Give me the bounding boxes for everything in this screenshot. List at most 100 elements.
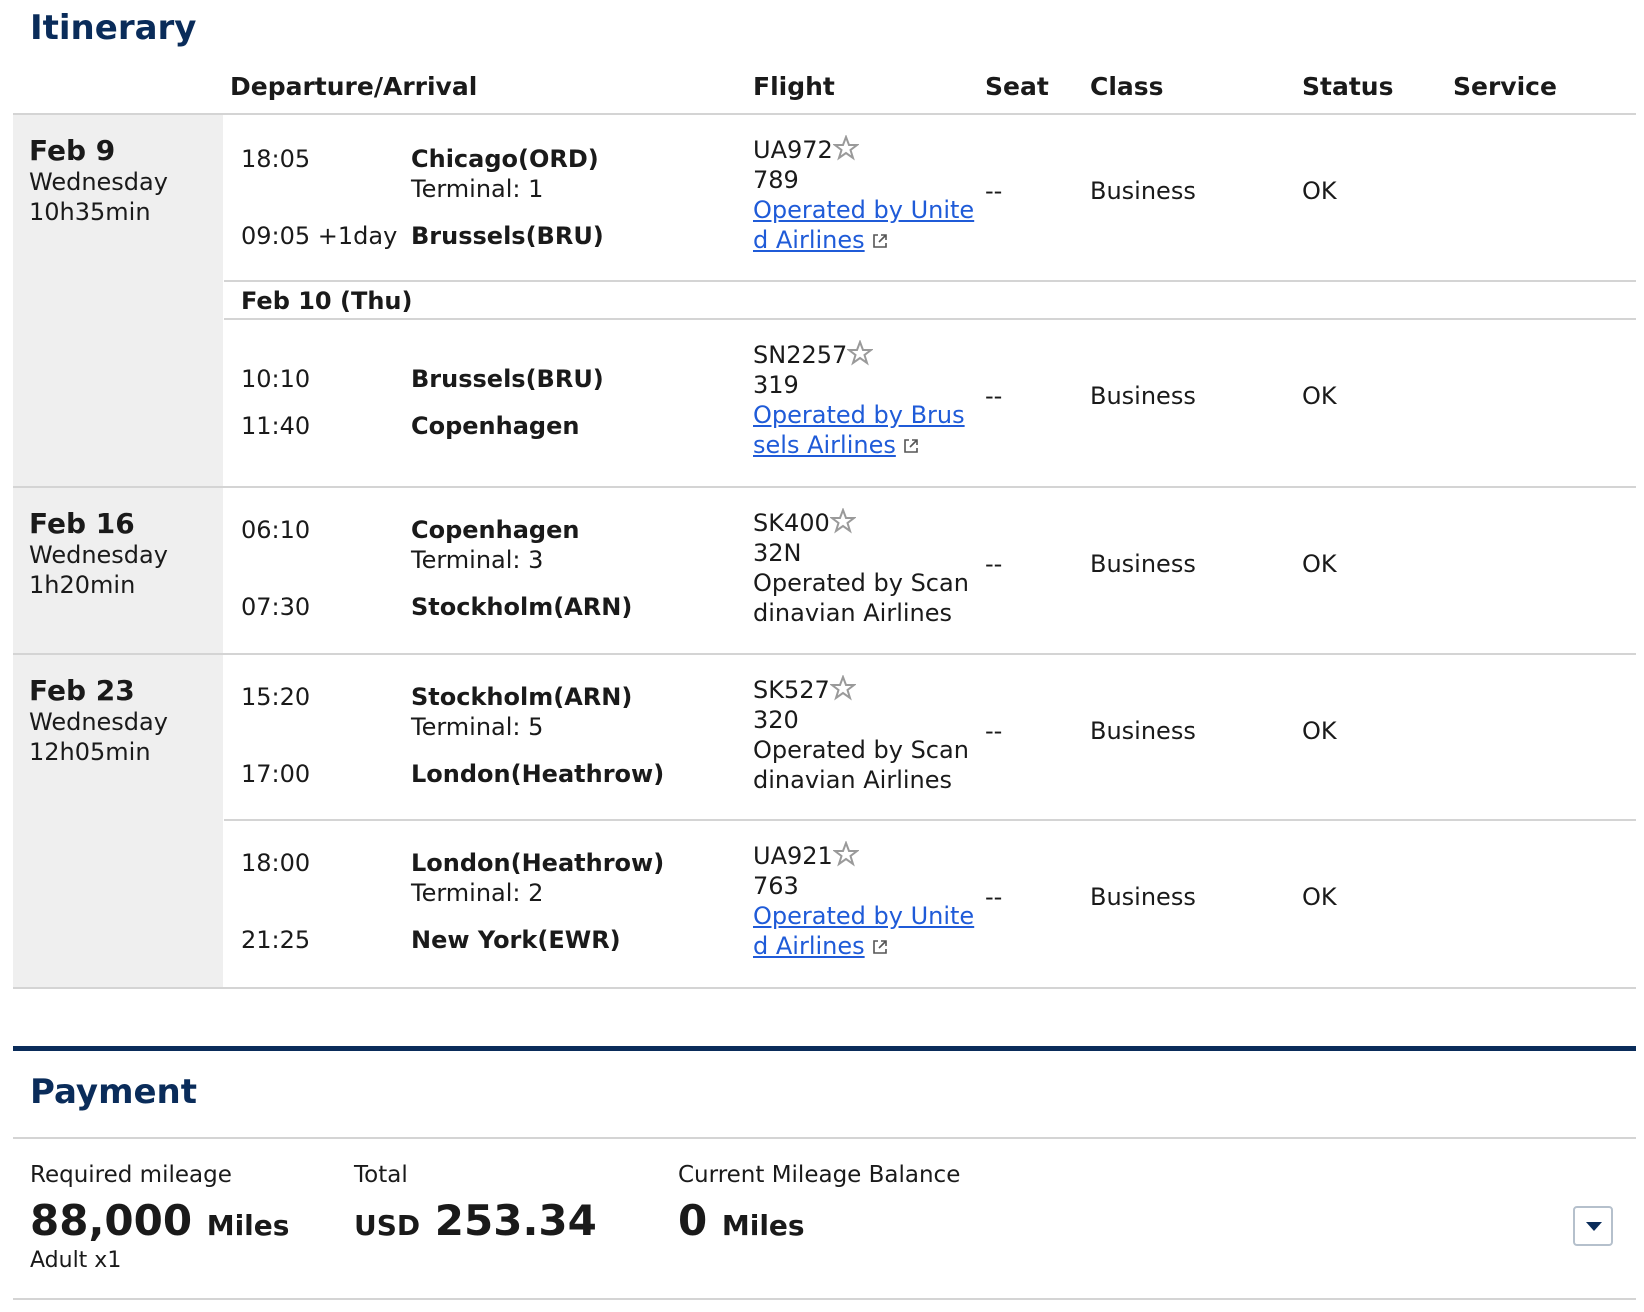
operator-line: Operated by Unite	[753, 902, 975, 930]
group-duration: 12h05min	[29, 738, 151, 766]
departure-city: London(Heathrow)	[411, 849, 665, 877]
seat-value: --	[985, 883, 1003, 911]
seat-value: --	[985, 717, 1003, 745]
flight-number: SK400	[753, 509, 830, 537]
arrival-city: Stockholm(ARN)	[411, 593, 633, 621]
section-bar	[13, 1046, 1636, 1051]
group-weekday: Wednesday	[29, 541, 168, 569]
status-value: OK	[1302, 883, 1337, 911]
group-duration: 1h20min	[29, 571, 136, 599]
departure-city: Chicago(ORD)	[411, 145, 599, 173]
aircraft-type: 789	[753, 166, 799, 194]
col-service: Service	[1453, 72, 1557, 101]
date-group: Feb 16 Wednesday 1h20min	[13, 488, 223, 653]
departure-city: Stockholm(ARN)	[411, 683, 633, 711]
total-currency: USD	[354, 1209, 421, 1242]
flight-info: SN2257 319 Operated by Brus sels Airline…	[753, 340, 965, 460]
operator-line: dinavian Airlines	[753, 599, 953, 627]
operated-by-link[interactable]: Operated by Unite d Airlines	[753, 901, 974, 961]
balance-unit: Miles	[721, 1209, 805, 1242]
class-value: Business	[1090, 382, 1196, 410]
departure-time: 06:10	[241, 516, 311, 544]
departure-city: Copenhagen	[411, 516, 580, 544]
external-link-icon	[904, 439, 918, 453]
star-alliance-icon	[847, 340, 874, 366]
required-mileage-unit: Miles	[206, 1209, 290, 1242]
arrival-time: 09:05 +1day	[241, 222, 398, 250]
payment-details-toggle[interactable]	[1573, 1206, 1613, 1246]
balance-label: Current Mileage Balance	[678, 1162, 961, 1188]
arrival-time: 21:25	[241, 926, 311, 954]
group-weekday: Wednesday	[29, 168, 168, 196]
class-value: Business	[1090, 177, 1196, 205]
operated-by-link[interactable]: Operated by Unite d Airlines	[753, 195, 974, 255]
col-seat: Seat	[985, 72, 1049, 101]
date-group: Feb 23 Wednesday 12h05min	[13, 655, 223, 987]
class-value: Business	[1090, 550, 1196, 578]
external-link-icon	[872, 234, 887, 248]
chevron-down-icon	[1586, 1222, 1602, 1231]
star-alliance-icon	[832, 135, 859, 161]
subdate-row: Feb 10 (Thu)	[224, 282, 1636, 318]
flight-info: UA972 789 Operated by Unite d Airlines	[753, 135, 974, 255]
arrival-time: 11:40	[241, 412, 311, 440]
operated-by-text: Operated by Scan dinavian Airlines	[753, 735, 969, 795]
departure-terminal: Terminal: 1	[411, 175, 544, 203]
flight-segment: 06:10 Copenhagen Terminal: 3 07:30 Stock…	[224, 488, 1636, 653]
flight-number: UA972	[753, 136, 833, 164]
seat-value: --	[985, 550, 1003, 578]
flight-number: SK527	[753, 676, 830, 704]
passenger-count: Adult x1	[30, 1248, 122, 1273]
group-duration: 10h35min	[29, 198, 151, 226]
required-mileage-value: 88,000 Miles	[30, 1196, 289, 1245]
star-alliance-icon	[832, 841, 859, 867]
operator-line: Operated by Unite	[753, 196, 975, 224]
flight-info: SK400 32N Operated by Scan dinavian Airl…	[753, 508, 969, 628]
operator-line: Operated by Brus	[753, 401, 965, 429]
flight-segment: 15:20 Stockholm(ARN) Terminal: 5 17:00 L…	[224, 655, 1636, 819]
seat-value: --	[985, 382, 1003, 410]
departure-time: 10:10	[241, 365, 311, 393]
arrival-time: 17:00	[241, 760, 311, 788]
class-value: Business	[1090, 883, 1196, 911]
group-weekday: Wednesday	[29, 708, 168, 736]
status-value: OK	[1302, 382, 1337, 410]
operator-line: sels Airlines	[753, 431, 896, 459]
col-class: Class	[1090, 72, 1164, 101]
flight-segment: 10:10 Brussels(BRU) 11:40 Copenhagen SN2…	[224, 320, 1636, 486]
payment-bottom-divider	[13, 1298, 1636, 1300]
required-mileage-label: Required mileage	[30, 1162, 232, 1188]
status-value: OK	[1302, 550, 1337, 578]
operator-line: Operated by Scan	[753, 736, 969, 764]
departure-time: 18:05	[241, 145, 311, 173]
departure-terminal: Terminal: 5	[411, 713, 544, 741]
flight-info: UA921 763 Operated by Unite d Airlines	[753, 841, 974, 961]
status-value: OK	[1302, 177, 1337, 205]
operator-line: dinavian Airlines	[753, 766, 953, 794]
date-group: Feb 9 Wednesday 10h35min	[13, 115, 223, 486]
departure-time: 18:00	[241, 849, 311, 877]
itinerary-bottom-divider	[13, 987, 1636, 989]
required-mileage-number: 88,000	[30, 1196, 193, 1245]
status-value: OK	[1302, 717, 1337, 745]
aircraft-type: 319	[753, 371, 799, 399]
flight-segment: 18:00 London(Heathrow) Terminal: 2 21:25…	[224, 821, 1636, 987]
group-date: Feb 23	[29, 674, 135, 707]
operator-line: Operated by Scan	[753, 569, 969, 597]
arrival-city: New York(EWR)	[411, 926, 621, 954]
star-alliance-icon	[829, 675, 856, 701]
total-label: Total	[354, 1162, 408, 1188]
balance-value: 0 Miles	[678, 1196, 805, 1245]
subdate-label: Feb 10 (Thu)	[241, 287, 413, 315]
operator-line: d Airlines	[753, 932, 865, 960]
aircraft-type: 32N	[753, 539, 802, 567]
operated-by-link[interactable]: Operated by Brus sels Airlines	[753, 400, 965, 460]
total-value: USD 253.34	[354, 1196, 597, 1245]
star-alliance-icon	[829, 508, 856, 534]
arrival-city: London(Heathrow)	[411, 760, 665, 788]
flight-number: SN2257	[753, 341, 848, 369]
balance-number: 0	[678, 1196, 708, 1245]
class-value: Business	[1090, 717, 1196, 745]
departure-terminal: Terminal: 3	[411, 546, 544, 574]
group-date: Feb 16	[29, 507, 135, 540]
